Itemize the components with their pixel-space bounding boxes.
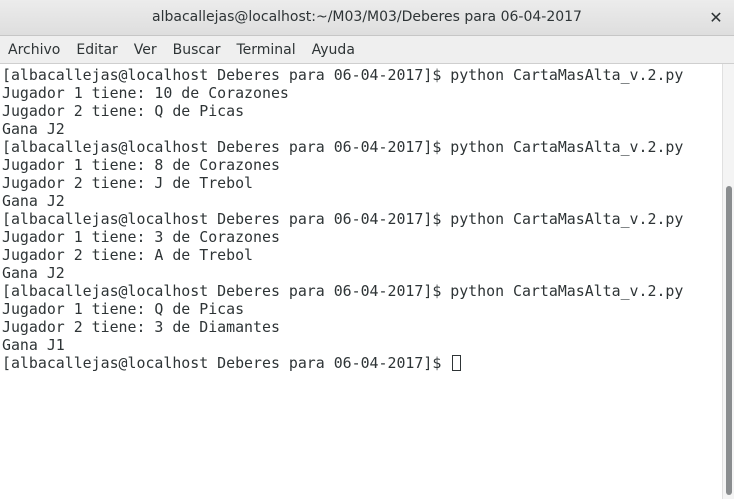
terminal-prompt-line: [albacallejas@localhost Deberes para 06-… bbox=[2, 354, 462, 372]
terminal-line: Jugador 1 tiene: 10 de Corazones bbox=[2, 84, 289, 102]
menu-item-ayuda[interactable]: Ayuda bbox=[304, 36, 363, 64]
terminal-line: Jugador 2 tiene: J de Trebol bbox=[2, 174, 254, 192]
menu-item-editar[interactable]: Editar bbox=[68, 36, 125, 64]
terminal-line: Gana J2 bbox=[2, 264, 65, 282]
terminal-line: Gana J2 bbox=[2, 120, 65, 138]
menu-item-buscar[interactable]: Buscar bbox=[165, 36, 229, 64]
terminal-line: Jugador 2 tiene: Q de Picas bbox=[2, 102, 245, 120]
terminal-line: Jugador 1 tiene: 8 de Corazones bbox=[2, 156, 280, 174]
terminal-line: Gana J1 bbox=[2, 336, 65, 354]
terminal-line: [albacallejas@localhost Deberes para 06-… bbox=[2, 210, 684, 228]
title-bar[interactable]: albacallejas@localhost:~/M03/M03/Deberes… bbox=[0, 0, 734, 36]
terminal-line: [albacallejas@localhost Deberes para 06-… bbox=[2, 138, 684, 156]
terminal-line: Jugador 2 tiene: 3 de Diamantes bbox=[2, 318, 280, 336]
terminal-window: albacallejas@localhost:~/M03/M03/Deberes… bbox=[0, 0, 734, 499]
terminal-line: Jugador 1 tiene: Q de Picas bbox=[2, 300, 245, 318]
terminal-output[interactable]: [albacallejas@localhost Deberes para 06-… bbox=[0, 64, 722, 499]
terminal-line: Jugador 2 tiene: A de Trebol bbox=[2, 246, 254, 264]
text-cursor bbox=[452, 355, 462, 371]
terminal-line: [albacallejas@localhost Deberes para 06-… bbox=[2, 66, 684, 84]
window-title: albacallejas@localhost:~/M03/M03/Deberes… bbox=[152, 9, 582, 25]
terminal-line: Jugador 1 tiene: 3 de Corazones bbox=[2, 228, 280, 246]
scrollbar-thumb[interactable] bbox=[726, 186, 732, 495]
terminal-line: [albacallejas@localhost Deberes para 06-… bbox=[2, 282, 684, 300]
menu-item-archivo[interactable]: Archivo bbox=[0, 36, 68, 64]
menu-bar: Archivo Editar Ver Buscar Terminal Ayuda bbox=[0, 36, 734, 64]
terminal-line: Gana J2 bbox=[2, 192, 65, 210]
terminal-prompt: [albacallejas@localhost Deberes para 06-… bbox=[2, 354, 451, 372]
close-icon[interactable]: ✕ bbox=[706, 7, 726, 27]
menu-item-terminal[interactable]: Terminal bbox=[228, 36, 303, 64]
menu-item-ver[interactable]: Ver bbox=[126, 36, 165, 64]
vertical-scrollbar[interactable] bbox=[722, 64, 734, 499]
